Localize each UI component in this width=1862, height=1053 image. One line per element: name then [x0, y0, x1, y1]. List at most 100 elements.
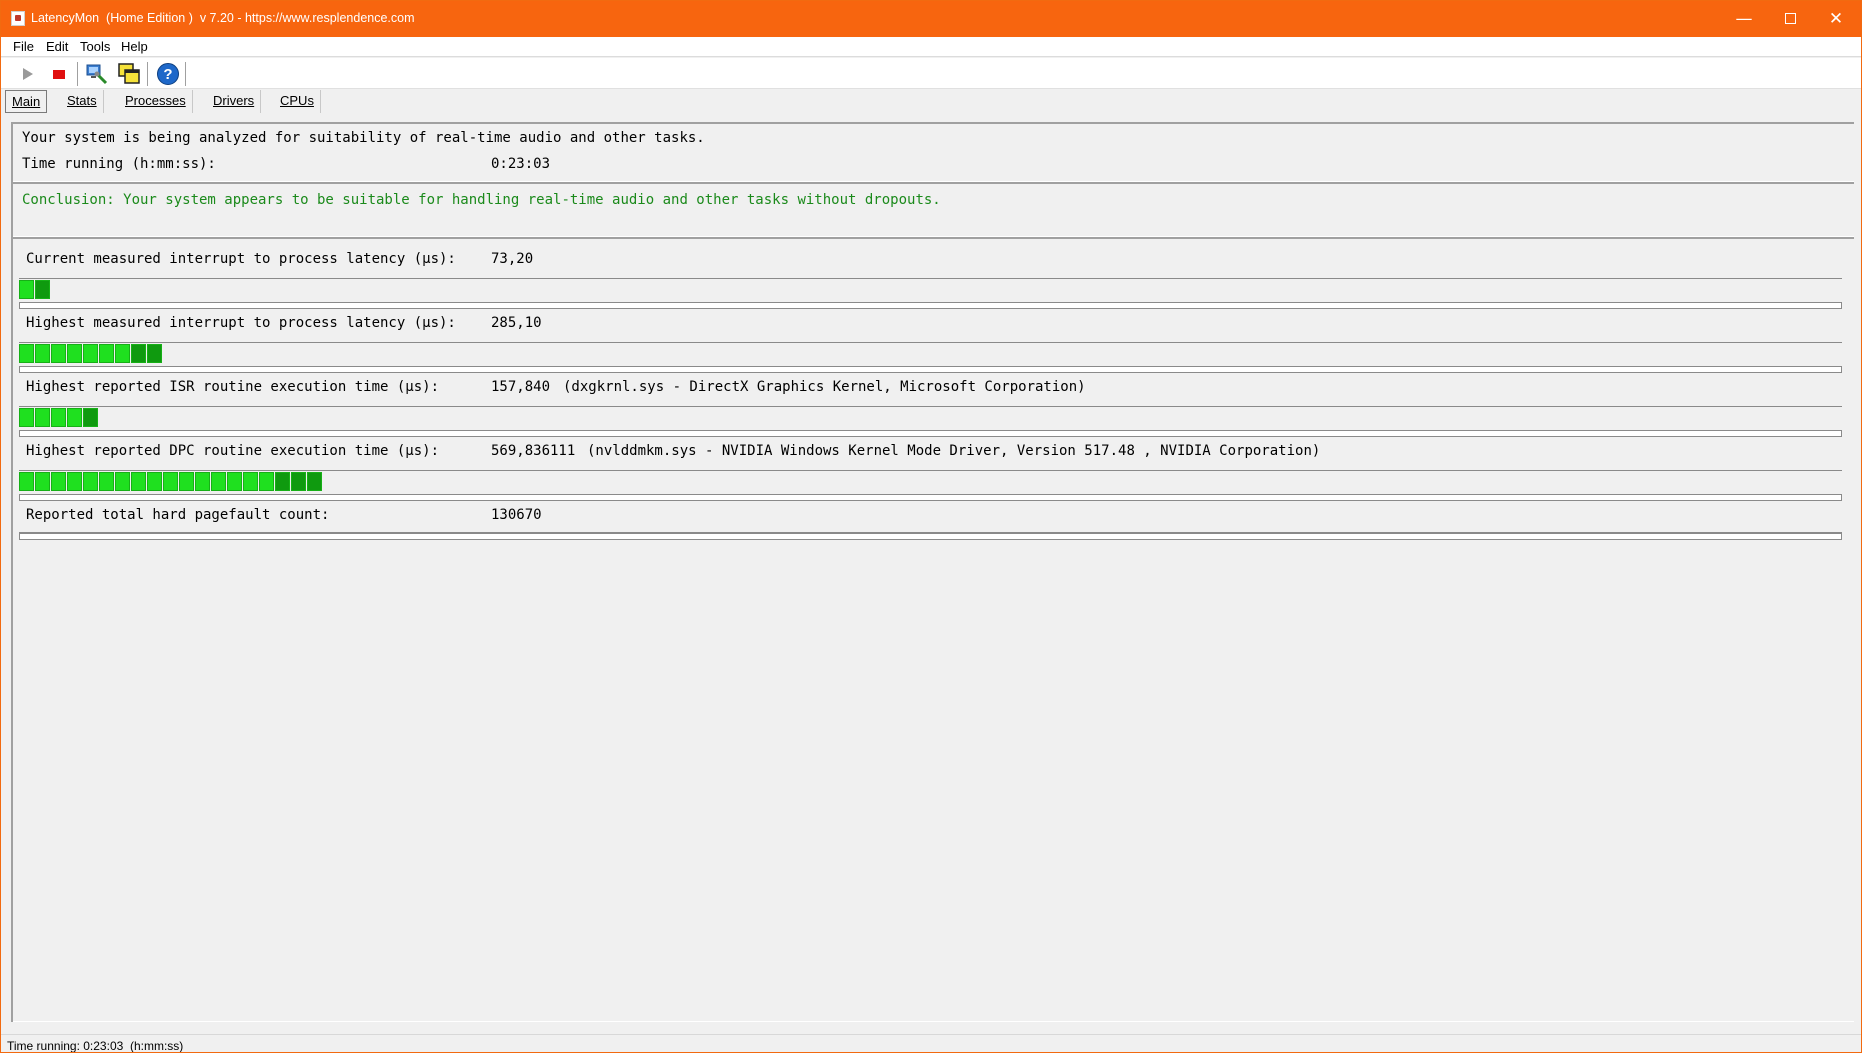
latency-bar-fill — [19, 472, 323, 494]
metric-value: 569,836111 — [491, 443, 576, 459]
tab-drivers[interactable]: Drivers — [207, 90, 262, 113]
bar-segment — [147, 344, 162, 363]
metric-driver-detail: (nvlddmkm.sys - NVIDIA Windows Kernel Mo… — [587, 443, 1321, 459]
bar-segment — [19, 280, 34, 299]
close-button[interactable]: ✕ — [1813, 1, 1859, 37]
metric-label: Highest reported DPC routine execution t… — [26, 443, 440, 459]
status-bar: Time running: 0:23:03 (h:mm:ss) — [1, 1034, 1861, 1052]
metric-value: 285,10 — [491, 315, 542, 331]
toolbar-separator — [147, 62, 148, 86]
bar-segment — [35, 408, 50, 427]
bar-segment — [83, 472, 98, 491]
tab-cpus[interactable]: CPUs — [274, 90, 321, 113]
menu-bar: File Edit Tools Help — [1, 37, 1861, 57]
bar-segment — [131, 472, 146, 491]
bar-segment — [51, 408, 66, 427]
tab-strip: Main Stats Processes Drivers CPUs — [1, 89, 1861, 114]
bar-segment — [19, 472, 34, 491]
bar-segment — [19, 408, 34, 427]
bar-segment — [163, 472, 178, 491]
help-icon: ? — [157, 63, 179, 85]
bar-segment — [275, 472, 290, 491]
close-icon: ✕ — [1828, 9, 1844, 29]
latency-bar-fill — [19, 344, 163, 366]
bar-segment — [99, 472, 114, 491]
bar-segment — [35, 280, 50, 299]
menu-help[interactable]: Help — [121, 39, 148, 54]
main-panel: Your system is being analyzed for suitab… — [11, 122, 1854, 1022]
windows-icon — [118, 63, 140, 84]
toolbar-separator — [185, 62, 186, 86]
time-running-value: 0:23:03 — [491, 156, 551, 172]
tab-processes[interactable]: Processes — [119, 90, 193, 113]
menu-tools[interactable]: Tools — [80, 39, 110, 54]
metric-label: Current measured interrupt to process la… — [26, 251, 456, 267]
start-button[interactable] — [15, 62, 39, 86]
bar-segment — [115, 344, 130, 363]
maximize-icon — [1784, 13, 1796, 24]
bar-segment — [99, 344, 114, 363]
bar-segment — [195, 472, 210, 491]
bar-segment — [35, 472, 50, 491]
title-bar[interactable]: LatencyMon (Home Edition ) v 7.20 - http… — [1, 1, 1861, 37]
pagefault-bar — [19, 532, 1842, 540]
latency-bar-fill — [19, 408, 99, 430]
menu-file[interactable]: File — [13, 39, 34, 54]
metric-label: Highest measured interrupt to process la… — [26, 315, 456, 331]
bar-segment — [67, 408, 82, 427]
minimize-button[interactable]: — — [1721, 1, 1767, 37]
stop-button[interactable] — [47, 62, 71, 86]
bar-segment — [307, 472, 322, 491]
tab-stats[interactable]: Stats — [61, 90, 104, 113]
metric-value: 157,840 — [491, 379, 551, 395]
bar-segment — [67, 472, 82, 491]
bar-segment — [211, 472, 226, 491]
time-running-label: Time running (h:mm:ss): — [22, 156, 216, 172]
conclusion-text: Conclusion: Your system appears to be su… — [22, 192, 941, 208]
drivers-button[interactable] — [85, 62, 109, 86]
metric-label: Reported total hard pagefault count: — [26, 507, 330, 523]
latency-bar — [19, 406, 1842, 437]
latency-bar — [19, 470, 1842, 501]
tab-main[interactable]: Main — [5, 90, 48, 113]
stop-icon — [53, 70, 65, 79]
metric-value: 73,20 — [491, 251, 534, 267]
bar-segment — [291, 472, 306, 491]
bar-segment — [35, 344, 50, 363]
metrics-panel: Current measured interrupt to process la… — [13, 237, 1854, 1022]
bar-segment — [51, 472, 66, 491]
metric-value: 130670 — [491, 507, 542, 523]
bar-segment — [83, 408, 98, 427]
bar-segment — [131, 344, 146, 363]
toolbar: ? — [1, 58, 1861, 89]
play-icon — [23, 68, 33, 80]
analyzing-text: Your system is being analyzed for suitab… — [22, 130, 705, 146]
analysis-status-panel: Your system is being analyzed for suitab… — [13, 122, 1854, 182]
bar-segment — [259, 472, 274, 491]
bar-segment — [179, 472, 194, 491]
bar-segment — [67, 344, 82, 363]
bar-segment — [147, 472, 162, 491]
bar-segment — [19, 344, 34, 363]
maximize-button[interactable] — [1767, 1, 1813, 37]
latency-bar — [19, 342, 1842, 373]
bar-segment — [227, 472, 242, 491]
help-button[interactable]: ? — [156, 62, 180, 86]
bar-segment — [51, 344, 66, 363]
metric-driver-detail: (dxgkrnl.sys - DirectX Graphics Kernel, … — [563, 379, 1086, 395]
toolbar-separator — [77, 62, 78, 86]
latency-bar — [19, 278, 1842, 309]
menu-edit[interactable]: Edit — [46, 39, 68, 54]
latencymon-window: LatencyMon (Home Edition ) v 7.20 - http… — [0, 0, 1862, 1053]
app-icon — [11, 11, 25, 26]
conclusion-panel: Conclusion: Your system appears to be su… — [13, 182, 1854, 237]
bar-segment — [115, 472, 130, 491]
bar-segment — [83, 344, 98, 363]
window-title: LatencyMon (Home Edition ) v 7.20 - http… — [31, 11, 415, 25]
latency-bar-fill — [19, 280, 51, 302]
windows-button[interactable] — [117, 62, 141, 86]
minimize-icon: — — [1735, 9, 1753, 29]
metric-label: Highest reported ISR routine execution t… — [26, 379, 440, 395]
bar-segment — [243, 472, 258, 491]
monitor-tool-icon — [86, 64, 108, 85]
